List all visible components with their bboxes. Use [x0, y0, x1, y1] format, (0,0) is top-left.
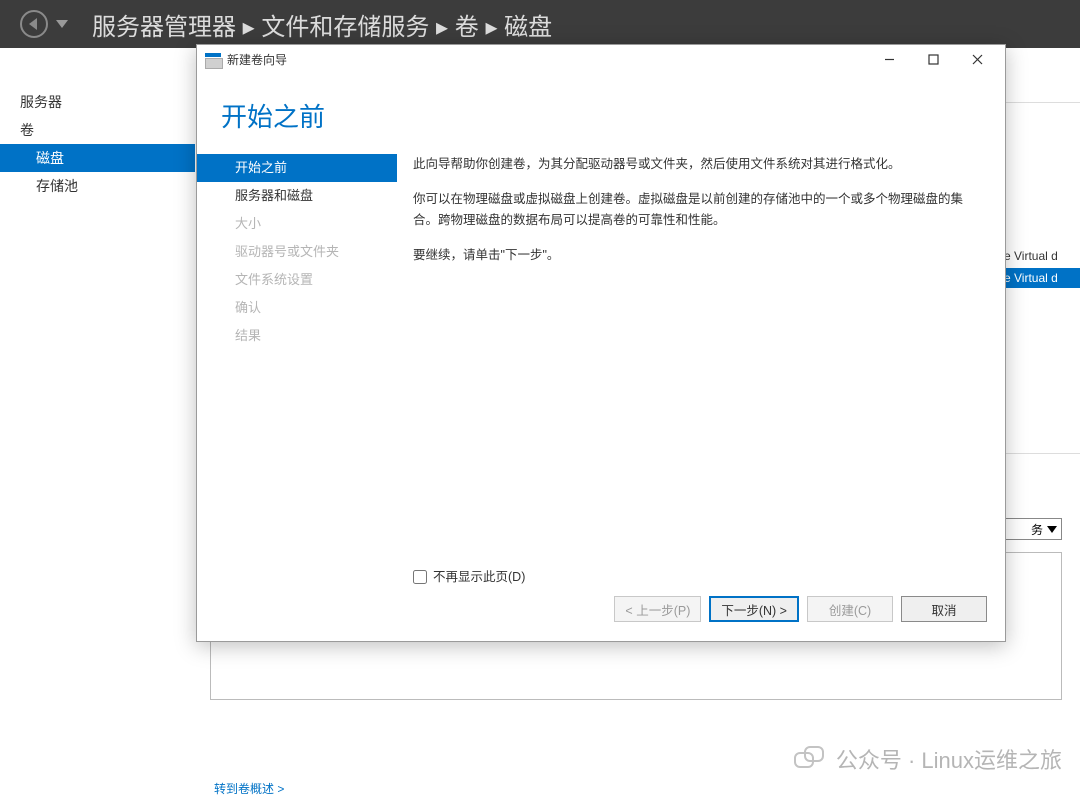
step-results: 结果: [197, 322, 397, 350]
step-confirm: 确认: [197, 294, 397, 322]
wizard-titlebar[interactable]: 新建卷向导: [197, 45, 1005, 75]
step-server-and-disk[interactable]: 服务器和磁盘: [197, 182, 397, 210]
wechat-icon: [794, 746, 824, 772]
step-before-you-begin[interactable]: 开始之前: [197, 154, 397, 182]
crumb-1[interactable]: 服务器管理器: [92, 14, 236, 41]
arrow-left-icon: [29, 18, 37, 30]
prev-button: < 上一步(P): [614, 596, 701, 622]
back-button[interactable]: [20, 10, 48, 38]
intro-paragraph-2: 你可以在物理磁盘或虚拟磁盘上创建卷。虚拟磁盘是以前创建的存储池中的一个或多个物理…: [413, 189, 977, 232]
step-size: 大小: [197, 210, 397, 238]
page-title: 开始之前: [197, 75, 1005, 150]
sidebar-item-disks[interactable]: 磁盘: [0, 144, 195, 172]
sidebar-item-storage-pools[interactable]: 存储池: [0, 172, 195, 200]
maximize-button[interactable]: [911, 46, 955, 74]
next-button[interactable]: 下一步(N) >: [709, 596, 799, 622]
dont-show-again[interactable]: 不再显示此页(D): [413, 567, 977, 588]
step-drive-letter: 驱动器号或文件夹: [197, 238, 397, 266]
goto-volume-overview-link[interactable]: 转到卷概述 >: [214, 780, 284, 797]
create-button: 创建(C): [807, 596, 893, 622]
crumb-2[interactable]: 文件和存储服务: [261, 14, 429, 41]
crumb-4[interactable]: 磁盘: [504, 14, 552, 41]
crumb-3[interactable]: 卷: [455, 14, 479, 41]
sidebar: 服务器 卷 磁盘 存储池: [0, 48, 195, 793]
intro-paragraph-1: 此向导帮助你创建卷，为其分配驱动器号或文件夹，然后使用文件系统对其进行格式化。: [413, 154, 977, 175]
wizard-footer: < 上一步(P) 下一步(N) > 创建(C) 取消: [197, 588, 1005, 641]
sidebar-item-servers[interactable]: 服务器: [0, 88, 195, 116]
wizard-app-icon: [205, 53, 221, 67]
cancel-button[interactable]: 取消: [901, 596, 987, 622]
chevron-down-icon: [1047, 526, 1057, 533]
wizard-title: 新建卷向导: [227, 51, 287, 68]
minimize-button[interactable]: [867, 46, 911, 74]
table-row[interactable]: e Virtual d: [1000, 268, 1080, 288]
intro-paragraph-3: 要继续，请单击"下一步"。: [413, 245, 977, 266]
step-file-system: 文件系统设置: [197, 266, 397, 294]
breadcrumb: 服务器管理器 ▸ 文件和存储服务 ▸ 卷 ▸ 磁盘: [92, 7, 552, 42]
dont-show-again-label: 不再显示此页(D): [433, 567, 525, 588]
close-button[interactable]: [955, 46, 999, 74]
dont-show-again-checkbox[interactable]: [413, 570, 427, 584]
tasks-dropdown[interactable]: 务: [1002, 518, 1062, 540]
wizard-content: 此向导帮助你创建卷，为其分配驱动器号或文件夹，然后使用文件系统对其进行格式化。 …: [397, 150, 1005, 588]
history-dropdown-icon[interactable]: [56, 20, 68, 28]
sidebar-item-volumes[interactable]: 卷: [0, 116, 195, 144]
tasks-label: 务: [1031, 521, 1043, 538]
new-volume-wizard: 新建卷向导 开始之前 开始之前 服务器和磁盘 大小 驱动器号或文件夹 文件系统设…: [196, 44, 1006, 642]
table-row[interactable]: e Virtual d: [1000, 246, 1080, 266]
wizard-steps: 开始之前 服务器和磁盘 大小 驱动器号或文件夹 文件系统设置 确认 结果: [197, 150, 397, 588]
breadcrumb-bar: 服务器管理器 ▸ 文件和存储服务 ▸ 卷 ▸ 磁盘: [0, 0, 1080, 48]
